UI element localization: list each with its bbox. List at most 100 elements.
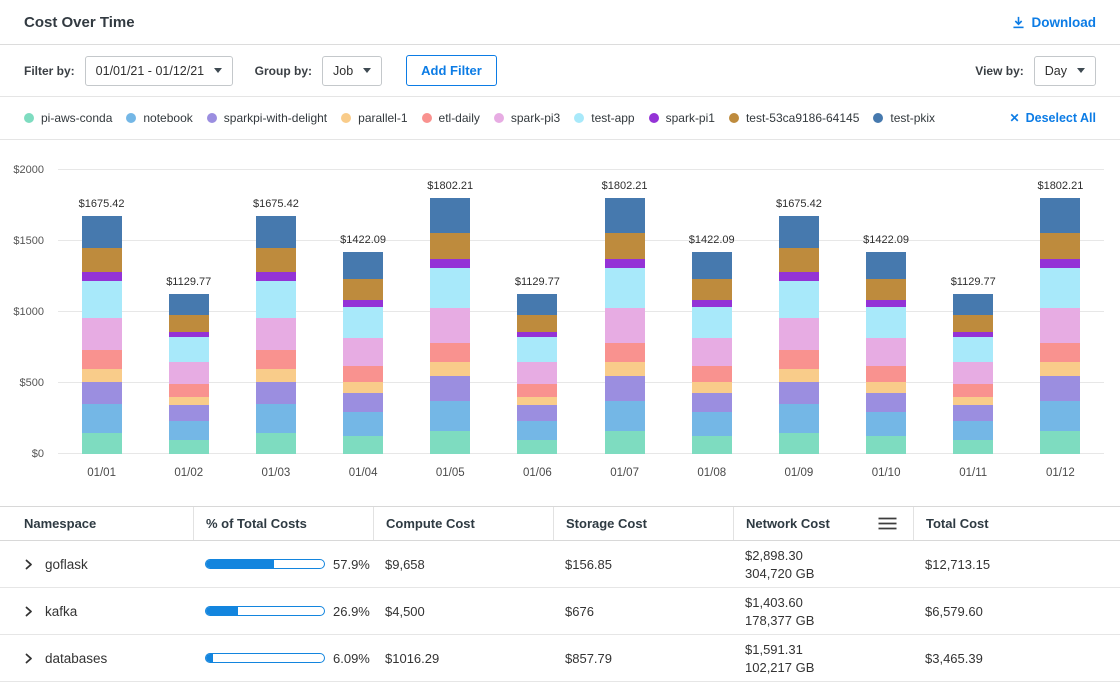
bar-segment-test-pkix[interactable] — [779, 216, 819, 248]
bar-segment-etl-daily[interactable] — [692, 366, 732, 382]
bar-segment-notebook[interactable] — [779, 404, 819, 432]
bar-segment-spark-pi1[interactable] — [779, 272, 819, 281]
bar-segment-spark-pi3[interactable] — [1040, 308, 1080, 343]
bar-segment-parallel-1[interactable] — [605, 362, 645, 376]
bar-segment-notebook[interactable] — [605, 401, 645, 432]
bar-segment-sparkpi-with-delight[interactable] — [169, 405, 209, 420]
bar-segment-parallel-1[interactable] — [779, 369, 819, 382]
bar-segment-sparkpi-with-delight[interactable] — [605, 376, 645, 400]
bar-segment-test-53ca9186-64145[interactable] — [953, 315, 993, 331]
stacked-bar-01-04[interactable] — [343, 170, 383, 454]
bar-segment-test-pkix[interactable] — [430, 198, 470, 232]
bar-segment-test-app[interactable] — [169, 337, 209, 362]
bar-segment-test-pkix[interactable] — [866, 252, 906, 279]
bar-segment-test-app[interactable] — [779, 281, 819, 318]
bar-segment-test-53ca9186-64145[interactable] — [343, 279, 383, 299]
bar-segment-pi-aws-conda[interactable] — [517, 440, 557, 454]
bar-segment-test-app[interactable] — [82, 281, 122, 318]
bar-segment-etl-daily[interactable] — [779, 350, 819, 368]
bar-segment-etl-daily[interactable] — [430, 343, 470, 363]
download-button[interactable]: Download — [1011, 15, 1097, 30]
bar-segment-spark-pi3[interactable] — [430, 308, 470, 343]
bar-segment-spark-pi1[interactable] — [343, 300, 383, 307]
bar-segment-etl-daily[interactable] — [866, 366, 906, 382]
namespace-cell[interactable]: kafka — [0, 588, 193, 634]
bar-segment-sparkpi-with-delight[interactable] — [779, 382, 819, 405]
stacked-bar-01-08[interactable] — [692, 170, 732, 454]
table-row-kafka[interactable]: kafka26.9%$4,500$676$1,403.60178,377 GB$… — [0, 588, 1120, 635]
legend-item-test-pkix[interactable]: test-pkix — [873, 111, 935, 125]
bar-segment-parallel-1[interactable] — [343, 382, 383, 393]
bar-segment-test-app[interactable] — [866, 307, 906, 338]
bar-segment-test-pkix[interactable] — [517, 294, 557, 316]
bar-segment-etl-daily[interactable] — [953, 384, 993, 396]
bar-segment-notebook[interactable] — [517, 421, 557, 440]
chevron-right-icon[interactable] — [22, 558, 35, 571]
bar-segment-etl-daily[interactable] — [256, 350, 296, 368]
stacked-bar-01-06[interactable] — [517, 170, 557, 454]
bar-segment-test-app[interactable] — [343, 307, 383, 338]
stacked-bar-01-05[interactable] — [430, 170, 470, 454]
bar-segment-spark-pi3[interactable] — [82, 318, 122, 351]
bar-segment-sparkpi-with-delight[interactable] — [866, 393, 906, 412]
bar-segment-notebook[interactable] — [953, 421, 993, 440]
bar-segment-spark-pi1[interactable] — [82, 272, 122, 281]
table-row-goflask[interactable]: goflask57.9%$9,658$156.85$2,898.30304,72… — [0, 541, 1120, 588]
bar-segment-test-53ca9186-64145[interactable] — [169, 315, 209, 331]
stacked-bar-01-03[interactable] — [256, 170, 296, 454]
bar-segment-spark-pi3[interactable] — [779, 318, 819, 351]
bar-segment-pi-aws-conda[interactable] — [82, 433, 122, 454]
namespace-cell[interactable]: goflask — [0, 541, 193, 587]
legend-item-parallel-1[interactable]: parallel-1 — [341, 111, 407, 125]
bar-segment-parallel-1[interactable] — [692, 382, 732, 393]
bar-segment-sparkpi-with-delight[interactable] — [430, 376, 470, 400]
bar-segment-parallel-1[interactable] — [517, 397, 557, 406]
bar-segment-notebook[interactable] — [343, 412, 383, 436]
bar-segment-spark-pi1[interactable] — [605, 259, 645, 268]
table-row-databases[interactable]: databases6.09%$1016.29$857.79$1,591.3110… — [0, 635, 1120, 682]
bar-segment-pi-aws-conda[interactable] — [866, 436, 906, 454]
bar-segment-test-app[interactable] — [1040, 268, 1080, 308]
bar-segment-sparkpi-with-delight[interactable] — [517, 405, 557, 420]
bar-segment-test-pkix[interactable] — [82, 216, 122, 248]
bar-segment-etl-daily[interactable] — [82, 350, 122, 368]
legend-item-notebook[interactable]: notebook — [126, 111, 192, 125]
bar-segment-sparkpi-with-delight[interactable] — [82, 382, 122, 405]
legend-item-etl-daily[interactable]: etl-daily — [422, 111, 480, 125]
bar-segment-test-app[interactable] — [605, 268, 645, 308]
bar-segment-notebook[interactable] — [692, 412, 732, 436]
bar-segment-parallel-1[interactable] — [1040, 362, 1080, 376]
bar-segment-pi-aws-conda[interactable] — [343, 436, 383, 454]
stacked-bar-01-02[interactable] — [169, 170, 209, 454]
bar-segment-spark-pi3[interactable] — [866, 338, 906, 366]
bar-segment-spark-pi3[interactable] — [169, 362, 209, 384]
bar-segment-pi-aws-conda[interactable] — [605, 431, 645, 454]
bar-segment-test-pkix[interactable] — [256, 216, 296, 248]
bar-segment-test-app[interactable] — [953, 337, 993, 362]
bar-segment-test-53ca9186-64145[interactable] — [866, 279, 906, 299]
bar-segment-spark-pi1[interactable] — [692, 300, 732, 307]
namespace-cell[interactable]: databases — [0, 635, 193, 681]
bar-segment-spark-pi3[interactable] — [343, 338, 383, 366]
bar-segment-etl-daily[interactable] — [343, 366, 383, 382]
bar-segment-notebook[interactable] — [82, 404, 122, 432]
stacked-bar-01-11[interactable] — [953, 170, 993, 454]
bar-segment-etl-daily[interactable] — [605, 343, 645, 363]
bar-segment-sparkpi-with-delight[interactable] — [343, 393, 383, 412]
bar-segment-sparkpi-with-delight[interactable] — [692, 393, 732, 412]
legend-item-pi-aws-conda[interactable]: pi-aws-conda — [24, 111, 112, 125]
chevron-right-icon[interactable] — [22, 652, 35, 665]
bar-segment-pi-aws-conda[interactable] — [779, 433, 819, 454]
bar-segment-test-53ca9186-64145[interactable] — [517, 315, 557, 331]
bar-segment-notebook[interactable] — [866, 412, 906, 436]
bar-segment-parallel-1[interactable] — [169, 397, 209, 406]
menu-icon[interactable] — [878, 517, 897, 530]
bar-segment-spark-pi1[interactable] — [866, 300, 906, 307]
bar-segment-pi-aws-conda[interactable] — [1040, 431, 1080, 454]
stacked-bar-01-09[interactable] — [779, 170, 819, 454]
bar-segment-spark-pi3[interactable] — [692, 338, 732, 366]
stacked-bar-01-10[interactable] — [866, 170, 906, 454]
bar-segment-spark-pi1[interactable] — [1040, 259, 1080, 268]
bar-segment-test-pkix[interactable] — [343, 252, 383, 279]
bar-segment-test-53ca9186-64145[interactable] — [779, 248, 819, 272]
